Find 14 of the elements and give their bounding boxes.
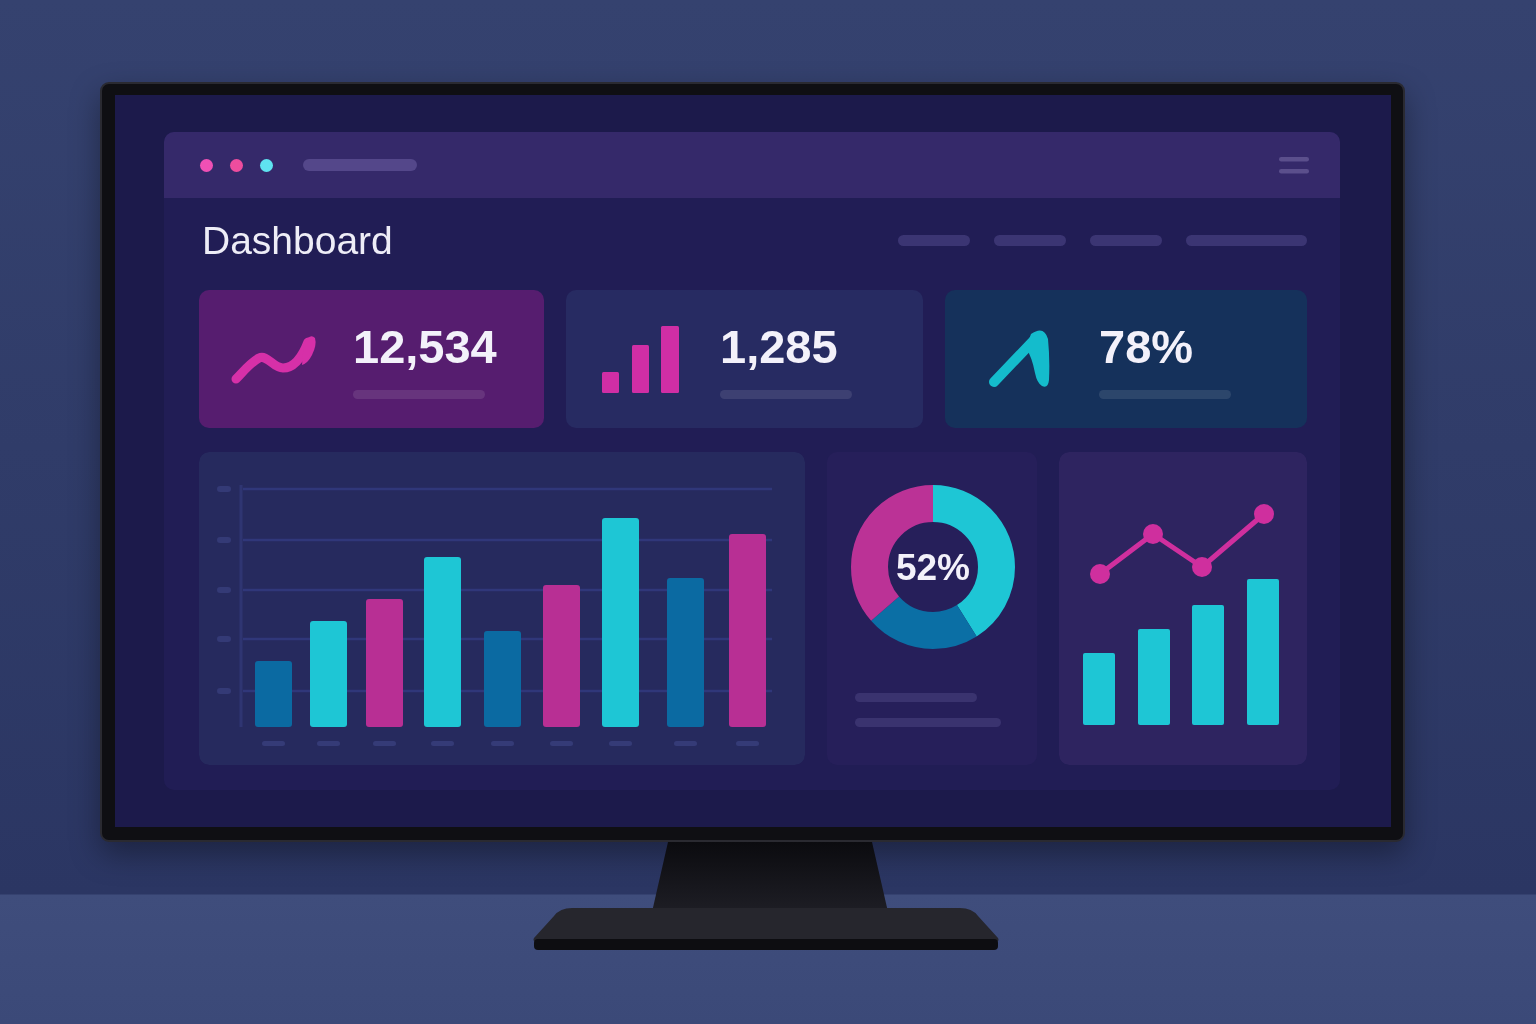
window-dot-icon[interactable] [230, 158, 243, 172]
skeleton-bar [994, 235, 1066, 246]
stat-value: 78% [1099, 323, 1195, 370]
trend-line-icon [229, 333, 317, 385]
skeleton-bar [1090, 235, 1162, 246]
donut-value: 52% [895, 548, 971, 586]
window-dot-icon[interactable] [200, 158, 213, 172]
peak-icon [986, 329, 1052, 389]
skeleton-bar [898, 235, 970, 246]
bar-chart-icon [601, 325, 679, 393]
stat-value: 12,534 [353, 323, 497, 370]
stat-value: 1,285 [720, 323, 839, 370]
page-title: Dashboard [202, 221, 393, 260]
window-dot-icon[interactable] [260, 158, 273, 172]
